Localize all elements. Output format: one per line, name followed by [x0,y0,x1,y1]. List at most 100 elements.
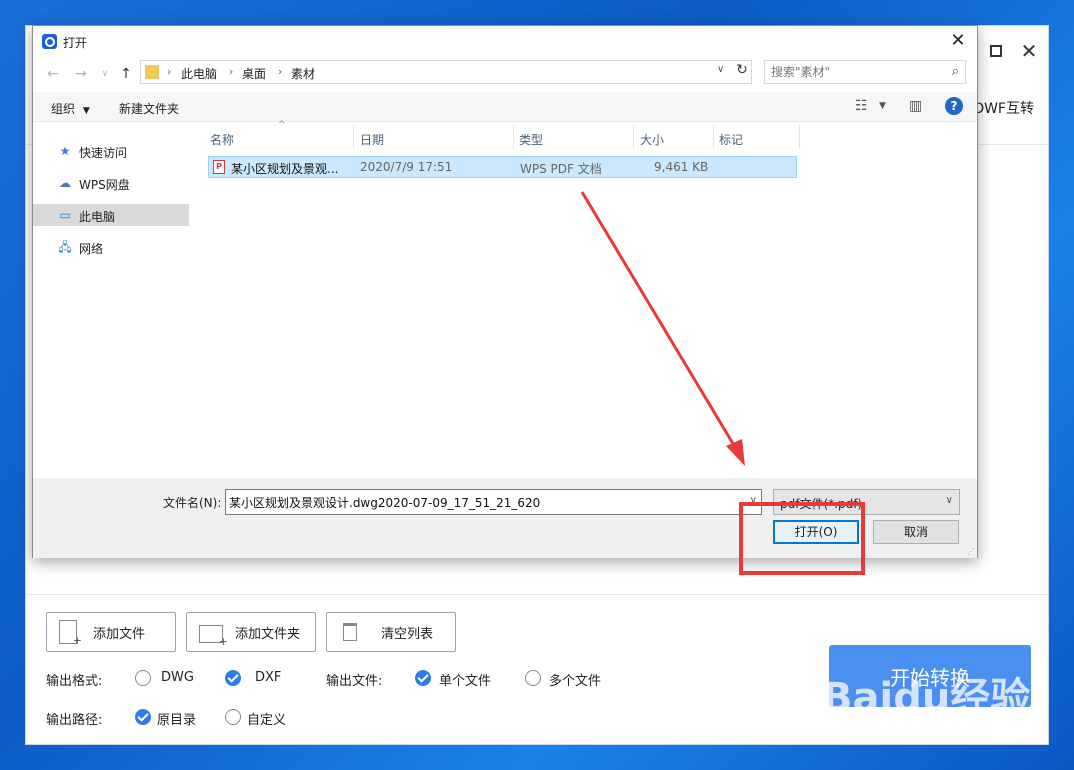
column-header-size[interactable]: 大小 [640,131,664,148]
column-separator[interactable] [513,125,514,149]
tab-dwf-convert[interactable]: DWF互转 [973,98,1034,118]
file-row[interactable]: P 某小区规划及景观... 2020/7/9 17:51 WPS PDF 文档 … [208,156,797,178]
close-icon: ✕ [950,30,966,51]
forward-button[interactable]: → [71,64,91,84]
radio-dwg[interactable] [135,670,151,686]
column-header-name[interactable]: 名称 [210,131,234,148]
folder-icon [145,65,159,79]
help-icon[interactable]: ? [945,97,963,115]
nav-item-label: 网络 [79,242,104,256]
maximize-button[interactable] [983,38,1009,64]
organize-menu[interactable]: 组织 ▼ [51,100,90,117]
add-file-icon [59,620,82,647]
nav-item-quick-access[interactable]: ★ 快速访问 [33,140,189,162]
dialog-close-button[interactable]: ✕ [947,30,969,52]
dialog-titlebar: 打开 ✕ [33,26,977,56]
add-folder-label: 添加文件夹 [235,626,301,642]
radio-single-file[interactable] [415,670,431,686]
filename-label: 文件名(N): [163,496,222,510]
recent-locations-button[interactable]: ∨ [95,64,115,84]
nav-item-this-pc[interactable]: ▭ 此电脑 [33,204,189,226]
column-header-type[interactable]: 类型 [519,131,543,148]
file-type: WPS PDF 文档 [520,162,602,176]
address-bar[interactable]: › 此电脑 › 桌面 › 素材 [140,60,752,84]
file-list-pane: ^ 名称 日期 类型 大小 标记 P 某小区规划及景观... 2020/7/9 … [193,120,977,478]
navigation-pane: ★ 快速访问 ☁ WPS网盘 ▭ 此电脑 🖧 网络 [33,123,191,478]
maximize-icon [990,45,1002,57]
chevron-down-icon: ∨ [717,64,725,75]
column-separator[interactable] [633,125,634,149]
file-name: 某小区规划及景观... [231,162,339,176]
add-folder-icon [199,625,228,648]
breadcrumb-this-pc[interactable]: 此电脑 [181,65,217,82]
view-options-icon[interactable]: ☷ [855,98,868,114]
radio-custom-dir[interactable] [225,709,241,725]
close-app-button[interactable]: ✕ [1016,38,1042,64]
output-file-label: 输出文件: [326,674,383,689]
refresh-button[interactable]: ↻ [733,62,751,82]
preview-pane-icon[interactable]: ▥ [909,98,922,114]
dialog-title: 打开 [63,36,88,50]
organize-label: 组织 [51,102,76,116]
nav-item-wps-cloud[interactable]: ☁ WPS网盘 [33,172,189,194]
back-button[interactable]: ← [43,64,63,84]
arrow-up-icon: ↑ [120,66,132,82]
radio-dxf-label: DXF [255,670,282,685]
column-separator[interactable] [799,125,800,149]
network-icon: 🖧 [58,240,72,254]
caret-down-icon: ▼ [82,106,90,116]
radio-original-dir-label: 原目录 [157,713,197,728]
radio-multi-file-label: 多个文件 [549,674,602,689]
output-path-label: 输出路径: [46,713,103,728]
caret-down-icon[interactable]: ▼ [879,101,886,111]
new-folder-button[interactable]: 新建文件夹 [119,100,179,117]
output-format-label: 输出格式: [46,674,103,689]
trash-icon [343,623,357,641]
open-file-dialog: 打开 ✕ ← → ∨ ↑ › 此电脑 › 桌面 › 素材 ∨ ↻ ⌕ 组织 ▼ … [32,25,978,558]
radio-dwg-label: DWG [161,670,194,685]
up-button[interactable]: ↑ [116,64,136,84]
breadcrumb-desktop[interactable]: 桌面 [242,65,266,82]
baidu-watermark-url: jingyan.baidu.com [826,721,983,741]
search-input[interactable] [771,64,941,80]
clear-list-label: 清空列表 [381,626,434,642]
radio-dxf[interactable] [225,670,241,686]
breadcrumb-material[interactable]: 素材 [291,65,315,82]
add-folder-button[interactable]: 添加文件夹 [186,612,316,652]
column-separator[interactable] [713,125,714,149]
arrow-left-icon: ← [47,66,59,82]
resize-grip-icon[interactable]: ⋰ [967,547,975,556]
dialog-toolbar: 组织 ▼ 新建文件夹 ☷ ▼ ▥ ? [33,92,977,122]
search-icon: ⌕ [951,64,959,79]
column-header-date[interactable]: 日期 [360,131,384,148]
sort-ascending-icon: ^ [278,120,286,130]
star-icon: ★ [59,144,71,158]
arrow-right-icon: → [75,66,87,82]
chevron-down-icon: ∨ [101,69,109,79]
nav-item-network[interactable]: 🖧 网络 [33,236,189,258]
divider [26,594,1048,595]
radio-single-file-label: 单个文件 [439,674,492,689]
radio-multi-file[interactable] [525,670,541,686]
cloud-icon: ☁ [59,176,71,190]
column-separator[interactable] [353,125,354,149]
address-dropdown-button[interactable]: ∨ [717,64,724,75]
radio-original-dir[interactable] [135,709,151,725]
add-file-label: 添加文件 [93,626,146,642]
close-icon: ✕ [1020,39,1038,63]
column-header-tag[interactable]: 标记 [719,131,743,148]
search-box[interactable]: ⌕ [764,60,966,84]
nav-item-label: WPS网盘 [79,178,130,192]
chevron-right-icon: › [229,65,234,78]
clear-list-button[interactable]: 清空列表 [326,612,456,652]
nav-item-label: 快速访问 [79,146,128,160]
chevron-right-icon: › [278,65,283,78]
pdf-file-icon: P [213,160,225,174]
refresh-icon: ↻ [736,62,748,78]
file-date: 2020/7/9 17:51 [360,160,453,174]
cancel-button[interactable]: 取消 [873,520,959,544]
filename-combobox[interactable]: ∨ [225,489,762,515]
file-size: 9,461 KB [654,160,709,174]
add-file-button[interactable]: 添加文件 [46,612,176,652]
filename-input[interactable] [229,494,729,510]
